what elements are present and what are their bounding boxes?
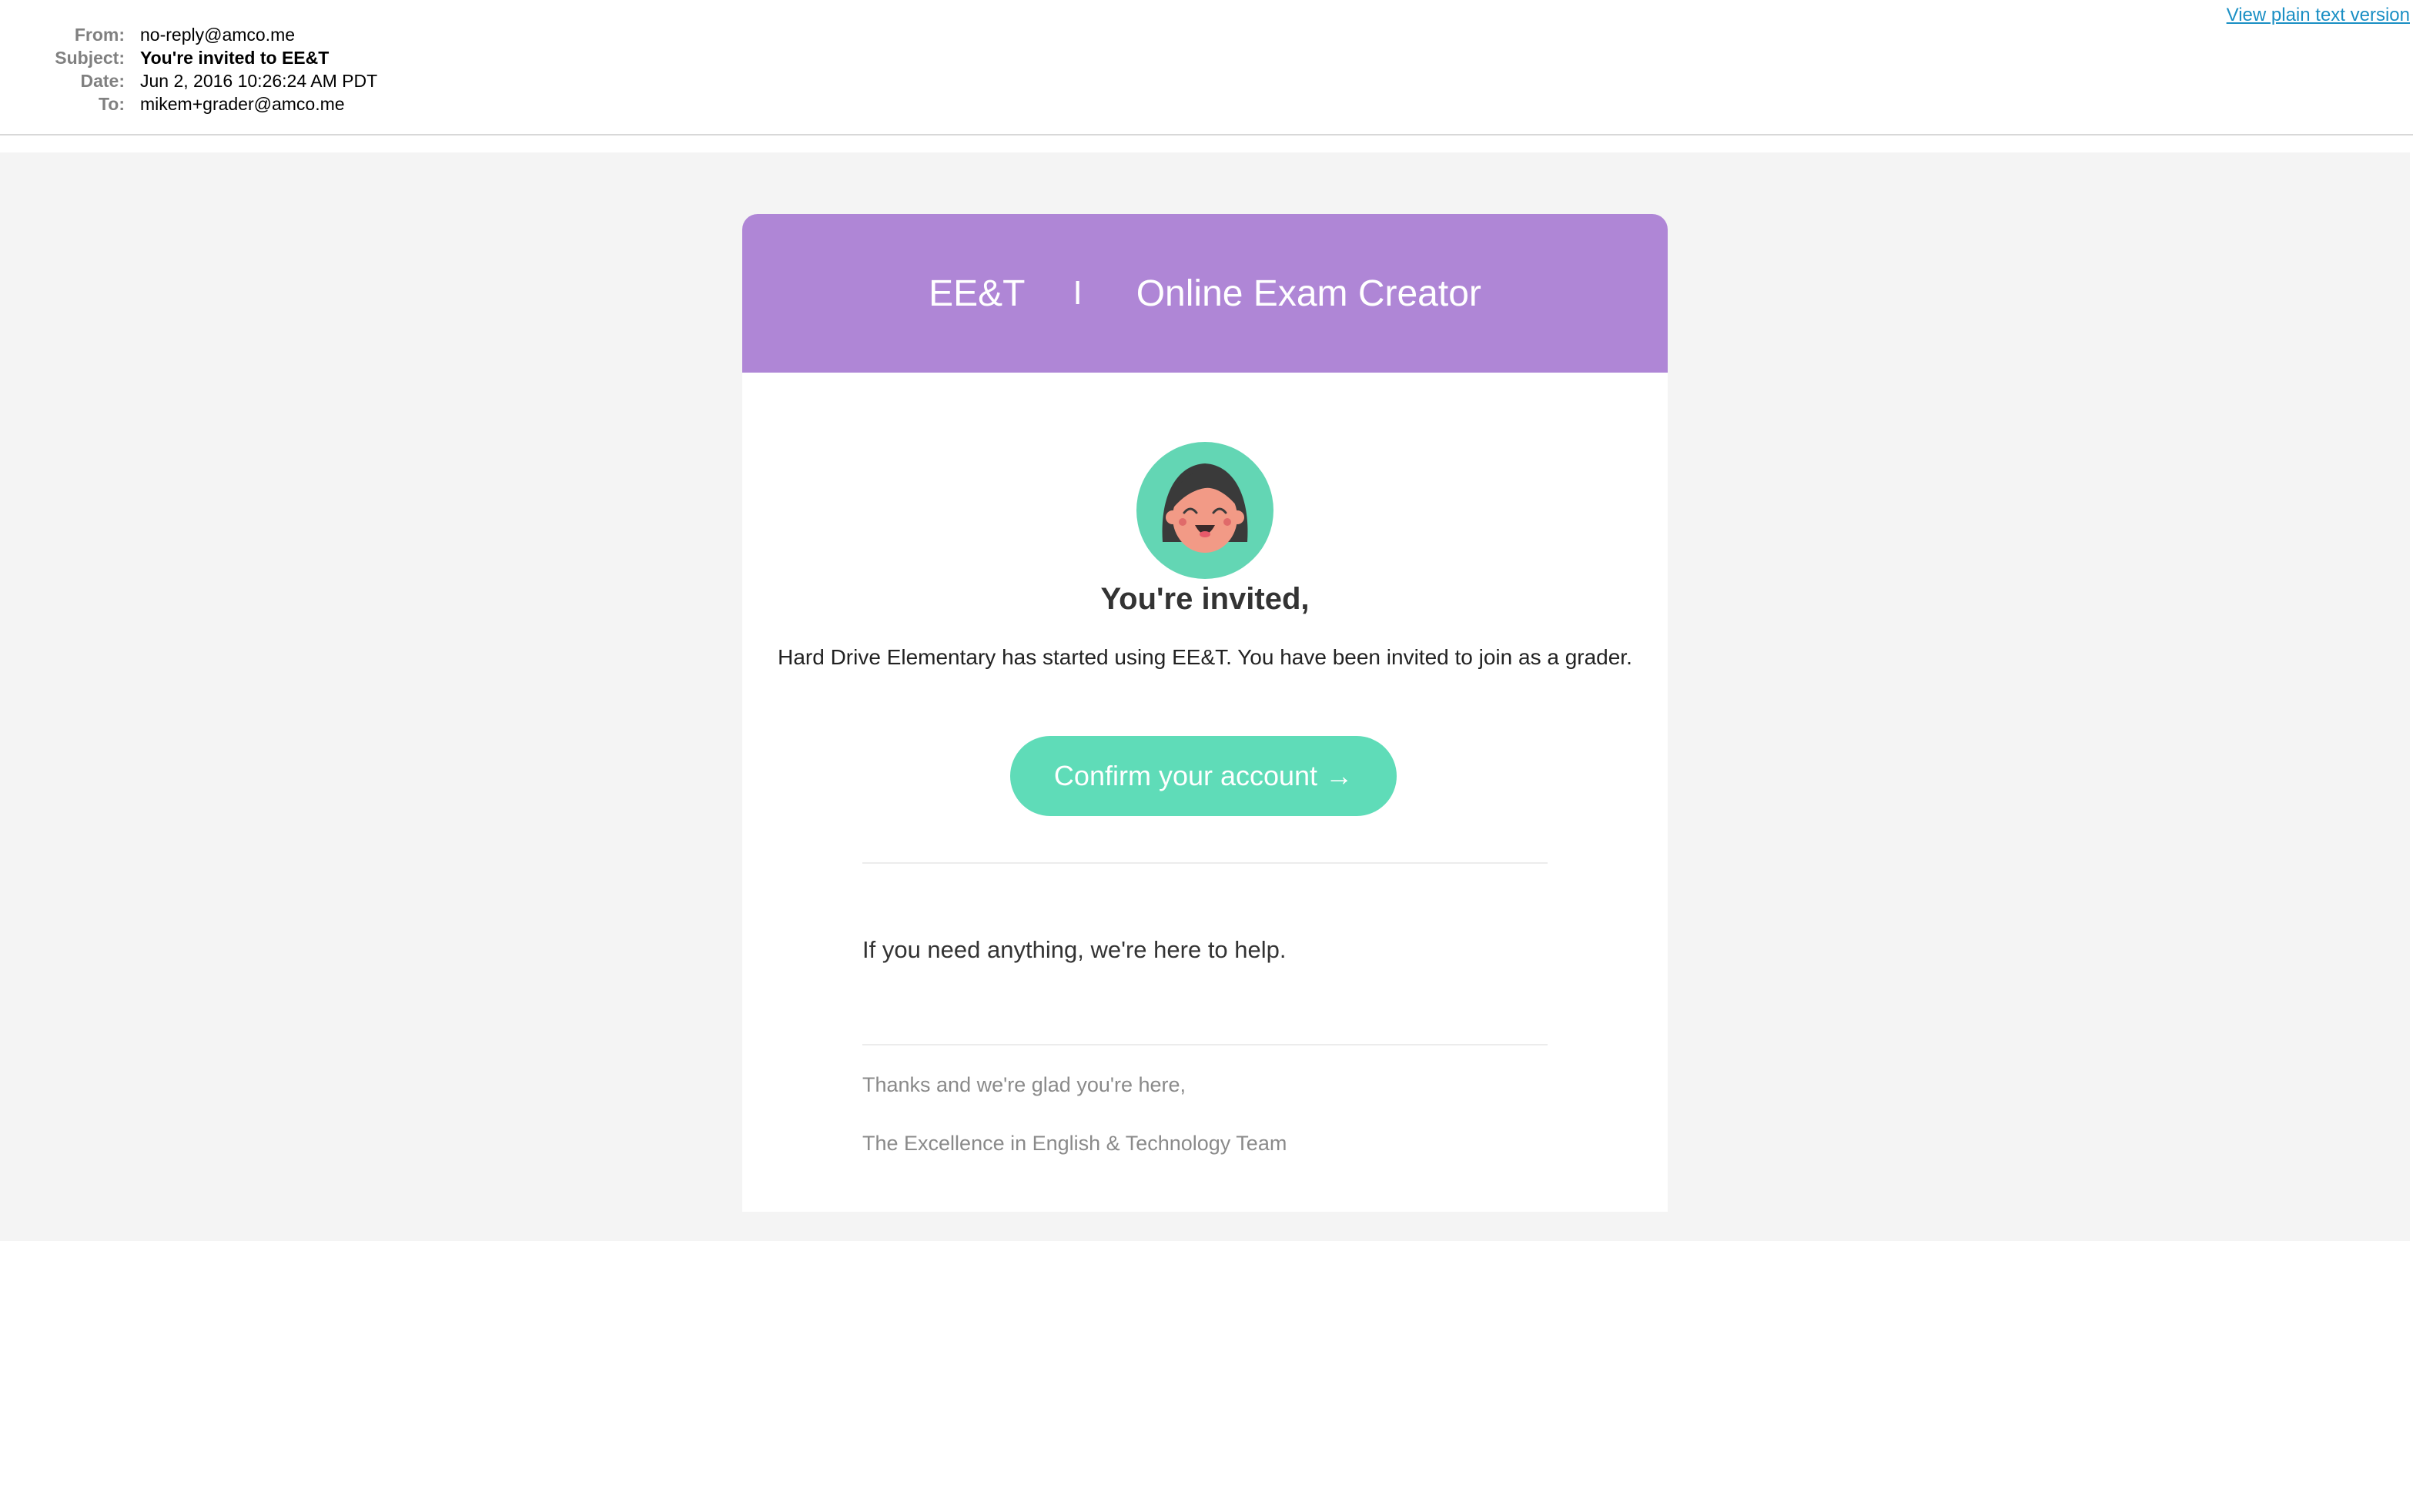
- brand-name: EE&T: [929, 273, 1026, 314]
- banner: EE&T I Online Exam Creator: [742, 214, 1668, 373]
- subject-value: You're invited to EE&T: [140, 48, 330, 68]
- invite-message: Hard Drive Elementary has started using …: [778, 645, 1632, 669]
- from-value: no-reply@amco.me: [140, 25, 296, 45]
- divider-top: [862, 862, 1548, 864]
- to-row: To: mikem+grader@amco.me: [0, 92, 377, 115]
- date-row: Date: Jun 2, 2016 10:26:24 AM PDT: [0, 69, 377, 92]
- email-meta: From: no-reply@amco.me Subject: You're i…: [0, 23, 377, 115]
- email-header: From: no-reply@amco.me Subject: You're i…: [0, 0, 2413, 135]
- subject-row: Subject: You're invited to EE&T: [0, 46, 377, 69]
- divider-bottom: [862, 1044, 1548, 1045]
- subject-label: Subject:: [55, 48, 125, 68]
- view-plain-text-link[interactable]: View plain text version: [2227, 5, 2410, 26]
- team-signature: The Excellence in English & Technology T…: [862, 1132, 1287, 1155]
- to-value: mikem+grader@amco.me: [140, 94, 345, 114]
- help-text: If you need anything, we're here to help…: [862, 936, 1287, 963]
- date-label: Date:: [80, 71, 125, 91]
- to-label: To:: [98, 94, 125, 114]
- from-row: From: no-reply@amco.me: [0, 23, 377, 46]
- email-body: EE&T I Online Exam Creator You're invite…: [0, 152, 2410, 1241]
- from-label: From:: [74, 25, 125, 45]
- invite-card: EE&T I Online Exam Creator You're invite…: [742, 214, 1668, 1212]
- thanks-text: Thanks and we're glad you're here,: [862, 1073, 1186, 1096]
- invite-title: You're invited,: [1100, 582, 1310, 616]
- date-value: Jun 2, 2016 10:26:24 AM PDT: [140, 71, 378, 91]
- banner-separator: I: [1073, 274, 1083, 312]
- product-name: Online Exam Creator: [1136, 273, 1481, 314]
- smiling-girl-avatar-icon: [1136, 442, 1273, 579]
- confirm-account-button[interactable]: Confirm your account →: [1010, 736, 1397, 816]
